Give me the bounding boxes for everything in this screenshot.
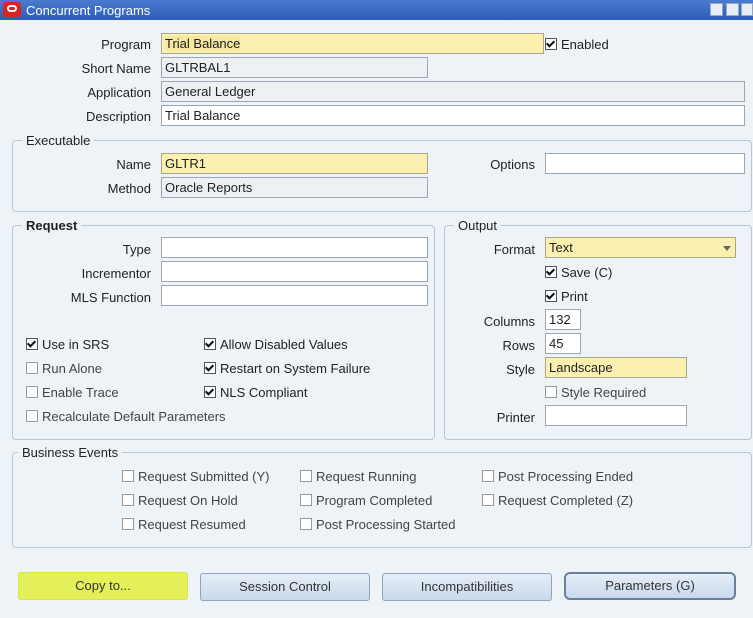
copy-to-button[interactable]: Copy to...: [18, 572, 188, 600]
format-label: Format: [493, 242, 535, 257]
mls-function-label: MLS Function: [70, 290, 151, 305]
use-in-srs-checkbox[interactable]: Use in SRS: [26, 337, 109, 352]
options-label: Options: [490, 157, 535, 172]
enabled-check-icon: [545, 38, 557, 50]
allow-disabled-values-checkbox[interactable]: Allow Disabled Values: [204, 337, 348, 352]
session-control-button[interactable]: Session Control: [200, 573, 370, 601]
maximize-button[interactable]: [726, 3, 739, 16]
printer-field[interactable]: [545, 405, 687, 426]
incompatibilities-button[interactable]: Incompatibilities: [382, 573, 552, 601]
print-checkbox[interactable]: Print: [545, 289, 588, 304]
columns-label: Columns: [483, 314, 535, 329]
description-label: Description: [85, 109, 151, 124]
save-checkbox[interactable]: Save (C): [545, 265, 612, 280]
minimize-button[interactable]: [710, 3, 723, 16]
executable-name-label: Name: [116, 157, 151, 172]
post-processing-ended-checkbox[interactable]: Post Processing Ended: [482, 469, 633, 484]
type-field[interactable]: [161, 237, 428, 258]
post-processing-started-checkbox[interactable]: Post Processing Started: [300, 517, 455, 532]
type-label: Type: [122, 242, 151, 257]
method-label: Method: [107, 181, 151, 196]
enabled-checkbox[interactable]: Enabled: [545, 37, 609, 52]
concurrent-programs-window: Concurrent Programs Program Trial Balanc…: [0, 0, 753, 618]
mls-function-field[interactable]: [161, 285, 428, 306]
parameters-button[interactable]: Parameters (G): [564, 572, 736, 600]
enable-trace-checkbox[interactable]: Enable Trace: [26, 385, 119, 400]
incrementor-field[interactable]: [161, 261, 428, 282]
printer-label: Printer: [496, 410, 535, 425]
rows-field[interactable]: 45: [545, 333, 581, 354]
window-title: Concurrent Programs: [26, 3, 151, 18]
request-resumed-checkbox[interactable]: Request Resumed: [122, 517, 246, 532]
request-completed-checkbox[interactable]: Request Completed (Z): [482, 493, 633, 508]
program-completed-checkbox[interactable]: Program Completed: [300, 493, 432, 508]
close-button[interactable]: [741, 3, 753, 16]
restart-on-system-failure-checkbox[interactable]: Restart on System Failure: [204, 361, 370, 376]
application-field[interactable]: General Ledger: [161, 81, 745, 102]
description-field[interactable]: Trial Balance: [161, 105, 745, 126]
chevron-down-icon: [723, 246, 731, 251]
program-label: Program: [101, 37, 151, 52]
options-field[interactable]: [545, 153, 745, 174]
incrementor-label: Incrementor: [81, 266, 151, 281]
request-submitted-checkbox[interactable]: Request Submitted (Y): [122, 469, 270, 484]
columns-field[interactable]: 132: [545, 309, 581, 330]
request-on-hold-checkbox[interactable]: Request On Hold: [122, 493, 238, 508]
short-name-label: Short Name: [81, 61, 151, 76]
nls-compliant-checkbox[interactable]: NLS Compliant: [204, 385, 307, 400]
style-label: Style: [506, 362, 535, 377]
method-field[interactable]: Oracle Reports: [161, 177, 428, 198]
request-running-checkbox[interactable]: Request Running: [300, 469, 416, 484]
request-group-title: Request: [22, 218, 82, 233]
program-field[interactable]: Trial Balance: [161, 33, 544, 54]
business-events-title: Business Events: [18, 445, 123, 460]
oracle-app-icon: [3, 2, 21, 17]
recalculate-default-parameters-checkbox[interactable]: Recalculate Default Parameters: [26, 409, 226, 424]
style-required-checkbox[interactable]: Style Required: [545, 385, 646, 400]
executable-group-title: Executable: [22, 133, 95, 148]
executable-name-field[interactable]: GLTR1: [161, 153, 428, 174]
application-label: Application: [87, 85, 151, 100]
title-bar: Concurrent Programs: [0, 0, 753, 20]
output-group-title: Output: [454, 218, 502, 233]
run-alone-checkbox[interactable]: Run Alone: [26, 361, 102, 376]
rows-label: Rows: [502, 338, 535, 353]
style-field[interactable]: Landscape: [545, 357, 687, 378]
short-name-field[interactable]: GLTRBAL1: [161, 57, 428, 78]
format-select[interactable]: Text: [545, 237, 736, 258]
executable-group: [12, 140, 752, 212]
